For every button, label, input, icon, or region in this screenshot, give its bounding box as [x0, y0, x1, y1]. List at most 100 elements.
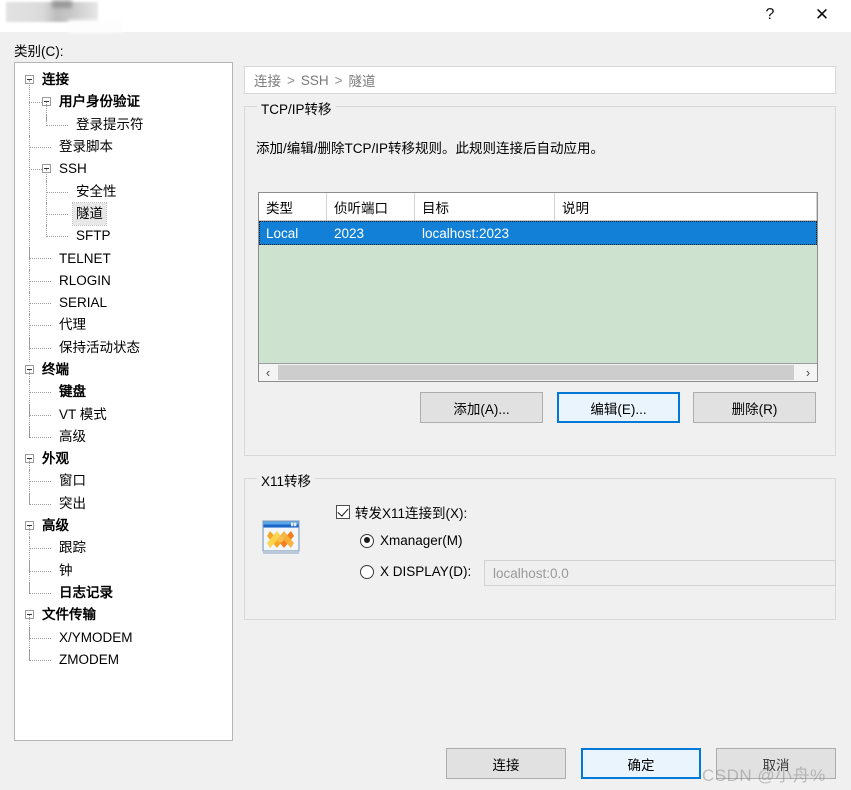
- tree-guide-line: [29, 581, 31, 594]
- x11-forward-checkbox[interactable]: [336, 505, 350, 519]
- breadcrumb: 连接 > SSH > 隧道: [244, 66, 836, 94]
- tree-item-label: 连接: [42, 72, 69, 88]
- x11-group-title: X11转移: [257, 470, 316, 490]
- tree-guide-line: [46, 169, 48, 228]
- ok-button[interactable]: 确定: [581, 748, 701, 779]
- tree-guide-line: [29, 414, 51, 417]
- tree-guide-line: [46, 236, 68, 238]
- x11-forward-checkbox-row[interactable]: 转发X11连接到(X):: [336, 502, 467, 522]
- chevron-right-icon[interactable]: ›: [799, 364, 817, 381]
- tree-item-label: 终端: [42, 362, 69, 377]
- title-blur-artifact: [68, 20, 122, 32]
- tree-item[interactable]: 终端: [15, 359, 232, 381]
- tree-guide-line: [29, 548, 51, 550]
- tree-guide-line: [29, 292, 31, 304]
- tree-guide-line: [29, 436, 51, 439]
- breadcrumb-part-2: SSH: [300, 72, 329, 88]
- column-header[interactable]: 类型: [259, 193, 327, 220]
- tree-guide-line: [46, 180, 48, 193]
- tree-item-label: SERIAL: [59, 295, 108, 311]
- x11-xmanager-radio[interactable]: [360, 533, 374, 548]
- scrollbar-thumb[interactable]: [278, 365, 794, 380]
- tree-item-label: 文件传输: [42, 607, 96, 623]
- x11-xdisplay-radio[interactable]: [360, 564, 374, 579]
- tree-guide-line: [29, 648, 31, 661]
- tree-guide-line: [29, 146, 51, 149]
- help-button[interactable]: ?: [747, 0, 793, 30]
- tree-guide-line: [29, 481, 51, 483]
- x11-display-input[interactable]: localhost:0.0: [484, 560, 836, 586]
- tree-item-label: 高级: [42, 518, 69, 534]
- tree-item-label: 跟踪: [59, 540, 86, 556]
- breadcrumb-separator-1: >: [287, 72, 295, 88]
- tree-item-label: 窗口: [59, 473, 86, 489]
- tree-item-label: SFTP: [76, 228, 111, 244]
- tree-item-label: 登录脚本: [59, 139, 113, 155]
- chevron-left-icon[interactable]: ‹: [259, 364, 277, 381]
- tree-item-label: 安全性: [76, 183, 117, 199]
- x11-xmanager-label: Xmanager(M): [380, 533, 463, 548]
- tcpip-rules-list[interactable]: 类型 侦听端口 目标 说明 Local 2023 localhost:2023 ‹ ›: [258, 192, 818, 382]
- table-cell-type: Local: [266, 225, 299, 241]
- tree-item-label: 高级: [59, 428, 86, 444]
- list-rows[interactable]: Local 2023 localhost:2023: [259, 221, 817, 245]
- list-header-row: 类型 侦听端口 目标 说明: [259, 193, 817, 221]
- tree-guide-line: [29, 336, 31, 349]
- tree-guide-line: [29, 570, 51, 573]
- column-header[interactable]: 侦听端口: [327, 193, 415, 220]
- tree-item-label: 日志记录: [59, 584, 113, 600]
- close-button[interactable]: ✕: [799, 0, 845, 30]
- tcpip-description: 添加/编辑/删除TCP/IP转移规则。此规则连接后自动应用。: [256, 141, 605, 156]
- column-header[interactable]: 目标: [415, 193, 555, 220]
- x11-xmanager-radio-row[interactable]: Xmanager(M): [360, 533, 463, 548]
- category-label: 类别(C):: [14, 44, 64, 59]
- tree-guide-line: [29, 381, 31, 394]
- breadcrumb-part-3: 隧道: [348, 74, 376, 89]
- column-header[interactable]: 说明: [555, 193, 817, 220]
- tree-guide-line: [29, 169, 42, 171]
- category-tree[interactable]: 连接 用户身份验证 登录提示符 登录脚本 SSH 安全性 隧道 SFTP TELNET RLOGI…: [14, 62, 233, 741]
- cancel-button[interactable]: 取消: [716, 748, 836, 779]
- tree-guide-line: [29, 425, 31, 438]
- tree-guide-line: [46, 225, 48, 238]
- tree-item-label: 隧道: [72, 201, 107, 226]
- connect-button[interactable]: 连接: [446, 748, 566, 779]
- tree-guide-line: [29, 403, 31, 416]
- tree-guide-line: [29, 637, 51, 640]
- tree-item[interactable]: 高级: [15, 515, 232, 537]
- add-rule-button[interactable]: 添加(A)...: [420, 392, 543, 423]
- tree-item-label: SSH: [59, 161, 87, 177]
- tree-item[interactable]: 文件传输: [15, 604, 232, 626]
- tree-item-label: RLOGIN: [59, 272, 111, 288]
- tree-guide-line: [46, 202, 48, 215]
- tree-guide-line: [29, 325, 51, 327]
- edit-rule-button[interactable]: 编辑(E)...: [557, 392, 680, 423]
- window-title-redacted: [6, 2, 98, 22]
- x11-xdisplay-radio-row[interactable]: X DISPLAY(D):: [360, 564, 471, 579]
- table-cell-port: 2023: [334, 225, 365, 241]
- tree-guide-line: [46, 213, 68, 216]
- delete-rule-button[interactable]: 删除(R): [693, 392, 816, 423]
- tree-guide-line: [29, 314, 31, 327]
- tree-item-label: 代理: [59, 317, 86, 333]
- tree-item-label: VT 模式: [59, 406, 107, 422]
- tree-guide-line: [29, 303, 51, 305]
- scrollbar-track[interactable]: [277, 364, 799, 381]
- tree-item-label: TELNET: [59, 250, 111, 266]
- tree-guide-line: [29, 492, 31, 505]
- table-cell-target: localhost:2023: [422, 225, 510, 241]
- tree-guide-line: [29, 470, 31, 483]
- tree-guide-line: [29, 258, 51, 260]
- tree-item-label: X/YMODEM: [59, 629, 133, 645]
- table-row[interactable]: Local 2023 localhost:2023: [259, 221, 817, 245]
- horizontal-scrollbar[interactable]: ‹ ›: [259, 363, 817, 381]
- tree-item-label: ZMODEM: [59, 651, 119, 667]
- tree-guide-line: [29, 247, 31, 260]
- tree-item[interactable]: 外观: [15, 448, 232, 470]
- title-bar: ? ✕: [0, 0, 851, 32]
- tree-item[interactable]: 连接: [15, 69, 232, 91]
- tree-guide-line: [29, 392, 51, 394]
- tree-guide-line: [29, 503, 51, 506]
- tree-guide-line: [29, 102, 42, 104]
- tree-guide-line: [29, 269, 31, 282]
